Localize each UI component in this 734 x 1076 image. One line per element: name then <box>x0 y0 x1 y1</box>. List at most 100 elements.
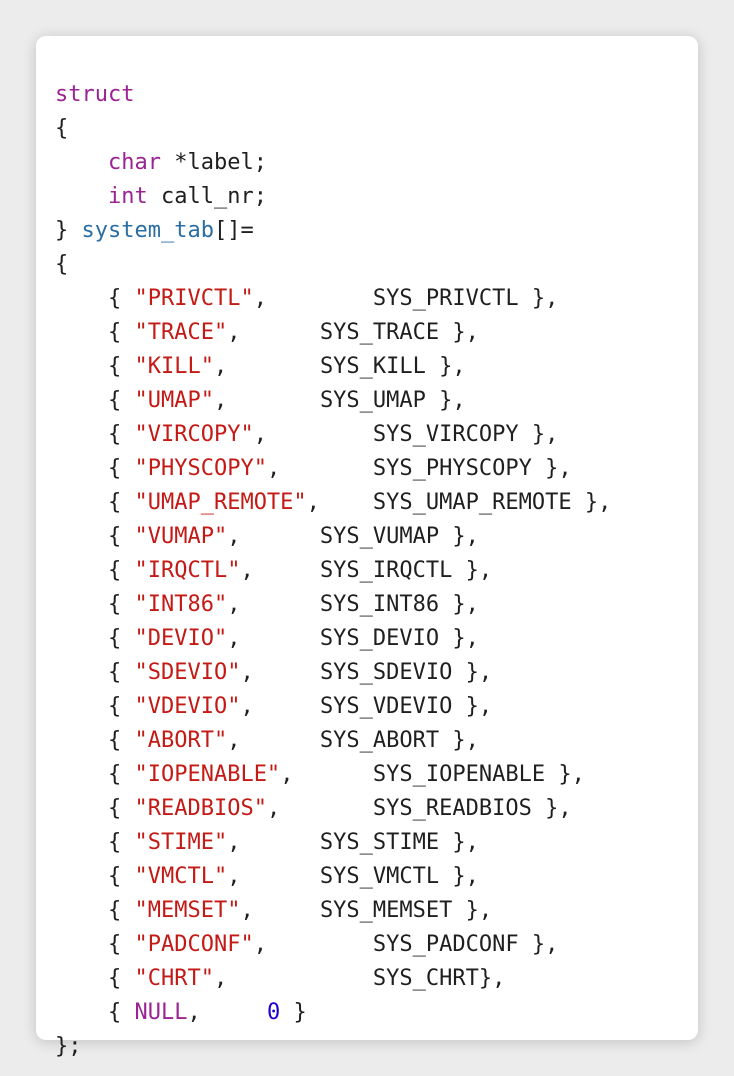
entry-label-string: "VIRCOPY" <box>134 422 254 447</box>
entry-close: }, <box>439 864 479 889</box>
entry-close: }, <box>439 728 479 753</box>
code-line-entry: { "UMAP_REMOTE", SYS_UMAP_REMOTE }, <box>55 486 698 520</box>
entry-syscall-constant: SYS_READBIOS <box>372 796 532 821</box>
entry-label-string: "VMCTL" <box>134 864 228 889</box>
entry-syscall-constant: SYS_STIME <box>319 830 440 855</box>
entry-open: { <box>107 354 135 379</box>
code-line-entry: { "VMCTL", SYS_VMCTL }, <box>55 860 698 894</box>
code-line-entry: { "SDEVIO", SYS_SDEVIO }, <box>55 656 698 690</box>
entry-open: { <box>107 1000 135 1025</box>
table-entries: { "PRIVCTL", SYS_PRIVCTL }, { "TRACE", S… <box>55 282 698 996</box>
entry-separator: , <box>227 320 320 345</box>
code-line-entry: { "CHRT", SYS_CHRT}, <box>55 962 698 996</box>
entry-open: { <box>107 728 135 753</box>
entry-close: }, <box>452 694 493 719</box>
entry-syscall-constant: SYS_MEMSET <box>319 898 453 923</box>
entry-label-string: "DEVIO" <box>134 626 228 651</box>
entry-label-string: "CHRT" <box>134 966 214 991</box>
entry-syscall-constant: SYS_PRIVCTL <box>372 286 519 311</box>
entry-label-string: "UMAP" <box>134 388 214 413</box>
entry-separator: , <box>253 422 373 447</box>
entry-close: }, <box>518 422 559 447</box>
zero-literal: 0 <box>266 1000 281 1025</box>
code-line-entry: { "PADCONF", SYS_PADCONF }, <box>55 928 698 962</box>
entry-syscall-constant: SYS_DEVIO <box>319 626 440 651</box>
entry-close: }, <box>452 558 493 583</box>
code-line: }; <box>55 1030 698 1064</box>
code-line-entry: { "READBIOS", SYS_READBIOS }, <box>55 792 698 826</box>
code-line: struct <box>55 78 698 112</box>
entry-label-string: "SDEVIO" <box>134 660 241 685</box>
code-line: } system_tab[]= <box>55 214 698 248</box>
entry-close: }, <box>518 932 559 957</box>
entry-label-string: "PADCONF" <box>134 932 254 957</box>
entry-open: { <box>107 694 135 719</box>
entry-open: { <box>107 456 135 481</box>
entry-separator: , <box>240 694 320 719</box>
code-line-entry: { "KILL", SYS_KILL }, <box>55 350 698 384</box>
entry-open: { <box>107 626 135 651</box>
entry-separator: , <box>187 1000 267 1025</box>
entry-separator: , <box>240 660 320 685</box>
struct-keyword: struct <box>55 82 135 107</box>
entry-syscall-constant: SYS_VUMAP <box>319 524 440 549</box>
entry-separator: , <box>213 354 320 379</box>
entry-syscall-constant: SYS_VIRCOPY <box>372 422 519 447</box>
entry-open: { <box>107 490 135 515</box>
entry-open: { <box>107 592 135 617</box>
entry-syscall-constant: SYS_PADCONF <box>372 932 519 957</box>
entry-label-string: "IOPENABLE" <box>134 762 281 787</box>
entry-label-string: "STIME" <box>134 830 228 855</box>
entry-label-string: "ABORT" <box>134 728 228 753</box>
entry-separator: , <box>227 864 320 889</box>
entry-close: }, <box>478 966 506 991</box>
entry-syscall-constant: SYS_UMAP <box>319 388 426 413</box>
code-line-entry: { "IRQCTL", SYS_IRQCTL }, <box>55 554 698 588</box>
entry-separator: , <box>213 388 320 413</box>
entry-open: { <box>107 388 135 413</box>
entry-syscall-constant: SYS_INT86 <box>319 592 440 617</box>
array-suffix: []= <box>213 218 254 243</box>
entry-close: }, <box>425 388 466 413</box>
field-type-char: char <box>107 150 161 175</box>
null-keyword: NULL <box>134 1000 188 1025</box>
entry-label-string: "MEMSET" <box>134 898 241 923</box>
code-line-entry: { "VUMAP", SYS_VUMAP }, <box>55 520 698 554</box>
entry-separator: , <box>266 796 373 821</box>
entry-label-string: "PRIVCTL" <box>134 286 254 311</box>
code-line-entry: { "INT86", SYS_INT86 }, <box>55 588 698 622</box>
entry-open: { <box>107 864 135 889</box>
entry-close: }, <box>545 762 585 787</box>
entry-close: } <box>280 1000 307 1025</box>
entry-separator: , <box>227 524 320 549</box>
entry-close: }, <box>452 898 493 923</box>
code-line-entry: { "PRIVCTL", SYS_PRIVCTL }, <box>55 282 698 316</box>
entry-syscall-constant: SYS_UMAP_REMOTE <box>372 490 572 515</box>
code-line-entry: { "STIME", SYS_STIME }, <box>55 826 698 860</box>
entry-separator: , <box>227 728 320 753</box>
entry-label-string: "IRQCTL" <box>134 558 241 583</box>
code-line: { <box>55 112 698 146</box>
entry-separator: , <box>253 932 373 957</box>
entry-open: { <box>107 762 135 787</box>
entry-close: }, <box>452 660 493 685</box>
entry-syscall-constant: SYS_TRACE <box>319 320 440 345</box>
code-block: struct{ char *label; int call_nr;} syste… <box>55 78 698 1064</box>
code-line-entry: { "ABORT", SYS_ABORT }, <box>55 724 698 758</box>
entry-separator: , <box>240 898 320 923</box>
field-name-call-nr: call_nr; <box>160 184 267 209</box>
code-line-entry: { "UMAP", SYS_UMAP }, <box>55 384 698 418</box>
entry-separator: , <box>306 490 373 515</box>
entry-close: }, <box>518 286 559 311</box>
entry-open: { <box>107 898 135 923</box>
entry-separator: , <box>266 456 373 481</box>
entry-open: { <box>107 286 135 311</box>
entry-label-string: "READBIOS" <box>134 796 267 821</box>
entry-close: }, <box>439 320 479 345</box>
entry-open: { <box>107 422 135 447</box>
entry-syscall-constant: SYS_VDEVIO <box>319 694 453 719</box>
entry-close: }, <box>439 626 479 651</box>
entry-open: { <box>107 932 135 957</box>
final-close-brace: }; <box>55 1034 82 1059</box>
entry-close: }, <box>571 490 612 515</box>
